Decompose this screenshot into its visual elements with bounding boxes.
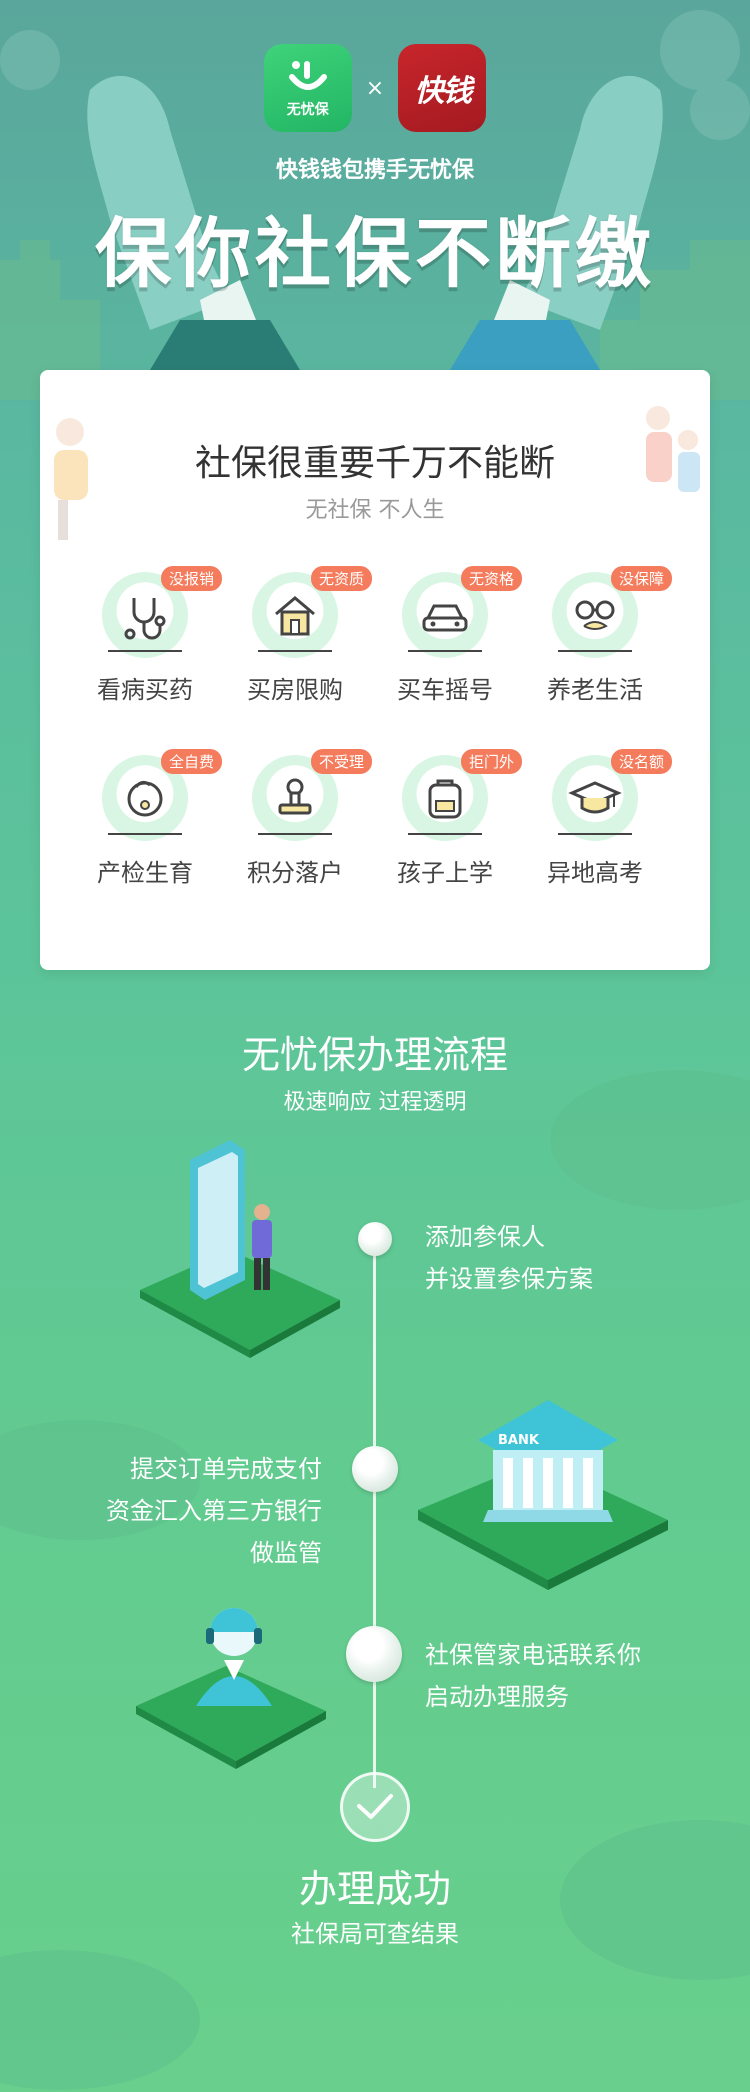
checkmark-icon	[357, 1794, 393, 1819]
step-2-line-3: 做监管	[250, 1539, 322, 1567]
icon-underline	[558, 650, 632, 652]
benefit-grid: 没报销 看病买药 无资质 买房限购 无资格 买车摇号 没保障 养老生活 全自费 …	[70, 566, 680, 888]
customer-service-illustration	[136, 1608, 326, 1769]
icon-underline	[408, 833, 482, 835]
status-badge: 没保障	[610, 566, 672, 591]
benefit-label: 异地高考	[547, 859, 643, 887]
benefit-label: 积分落户	[247, 859, 343, 887]
benefit-item-house: 无资质 买房限购	[220, 566, 372, 705]
benefit-item-car: 无资格 买车摇号	[370, 566, 522, 705]
benefit-item-school: 拒门外 孩子上学	[370, 749, 522, 888]
status-badge: 没报销	[160, 566, 222, 591]
icon-underline	[258, 833, 332, 835]
wuyoubao-logo: 无忧保	[263, 44, 352, 132]
icon-underline	[408, 650, 482, 652]
kuaiqian-logo: 快钱	[398, 44, 487, 132]
kuaiqian-logo-label: 快钱	[414, 74, 472, 109]
status-badge: 拒门外	[460, 749, 522, 774]
status-badge: 无资格	[460, 566, 522, 591]
card-title: 社保很重要千万不能断	[194, 443, 555, 484]
timeline-dot-step-1	[358, 1222, 392, 1256]
step-1-line-2: 并设置参保方案	[425, 1265, 593, 1293]
status-badge: 全自费	[160, 749, 222, 774]
header-subtitle: 快钱钱包携手无忧保	[275, 158, 474, 183]
card-subtitle: 无社保 不人生	[305, 498, 445, 523]
process-title: 无忧保办理流程	[241, 1033, 508, 1077]
icon-underline	[108, 833, 182, 835]
times-sign: ×	[365, 75, 385, 101]
status-badge: 没名额	[610, 749, 672, 774]
benefit-item-maternity: 全自费 产检生育	[70, 749, 222, 888]
step-2-line-2: 资金汇入第三方银行	[106, 1497, 322, 1525]
timeline-dot-step-2	[352, 1446, 398, 1492]
benefit-item-medical: 没报销 看病买药	[70, 566, 222, 705]
benefit-item-exam: 没名额 异地高考	[520, 749, 672, 888]
smile-logo-icon	[288, 61, 327, 90]
benefit-label: 看病买药	[97, 676, 193, 704]
bank-sign: BANK	[498, 1433, 540, 1448]
step-1-line-1: 添加参保人	[425, 1223, 545, 1251]
partner-logos: 无忧保 × 快钱	[0, 44, 750, 132]
benefit-label: 买房限购	[247, 676, 343, 704]
benefit-label: 产检生育	[97, 859, 193, 887]
process-timeline	[373, 1236, 376, 1788]
step-3-line-1: 社保管家电话联系你	[425, 1641, 641, 1669]
status-badge: 无资质	[310, 566, 372, 591]
timeline-dot-step-3	[346, 1626, 402, 1682]
benefit-item-hukou: 不受理 积分落户	[220, 749, 372, 888]
benefit-label: 买车摇号	[397, 676, 493, 704]
phone-person-illustration	[140, 1140, 340, 1358]
icon-underline	[258, 650, 332, 652]
wuyoubao-logo-label: 无忧保	[286, 102, 329, 118]
step-2-line-1: 提交订单完成支付	[130, 1455, 322, 1483]
step-2-text: 提交订单完成支付 资金汇入第三方银行 做监管	[22, 1448, 322, 1574]
benefit-item-pension: 没保障 养老生活	[520, 566, 672, 705]
step-1-text: 添加参保人 并设置参保方案	[425, 1216, 593, 1300]
benefit-label: 孩子上学	[397, 859, 493, 887]
success-check-circle	[340, 1772, 410, 1842]
process-subtitle: 极速响应 过程透明	[283, 1090, 467, 1115]
bank-illustration: BANK	[418, 1400, 668, 1590]
success-subtitle: 社保局可查结果	[291, 1920, 459, 1948]
importance-card: 社保很重要千万不能断 无社保 不人生 没报销 看病买药 无资质 买房限购 无资格…	[40, 370, 710, 970]
success-title: 办理成功	[298, 1867, 451, 1911]
page-title: 保你社保不断缴	[95, 209, 655, 298]
benefit-label: 养老生活	[547, 676, 643, 704]
icon-underline	[558, 833, 632, 835]
step-3-text: 社保管家电话联系你 启动办理服务	[425, 1634, 641, 1718]
step-3-line-2: 启动办理服务	[425, 1683, 569, 1711]
icon-underline	[108, 650, 182, 652]
status-badge: 不受理	[310, 749, 372, 774]
